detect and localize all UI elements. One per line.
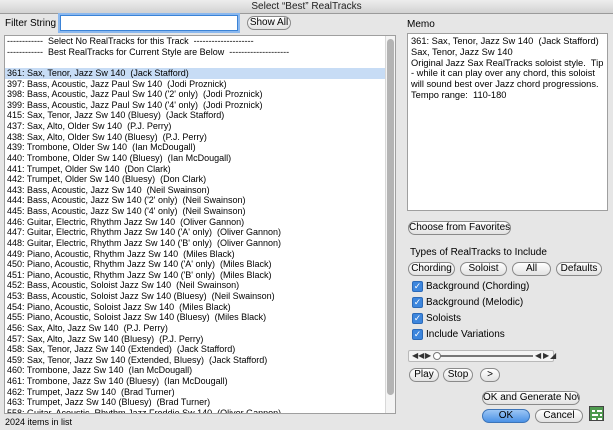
list-item[interactable]: 459: Sax, Tenor, Jazz Sw 140 (Extended, … [5, 355, 386, 366]
list-item[interactable]: 447: Guitar, Electric, Rhythm Jazz Sw 14… [5, 227, 386, 238]
play-button[interactable]: Play [409, 368, 439, 382]
player-progress-knob[interactable] [433, 352, 441, 360]
checkmark-icon: ✓ [412, 297, 423, 308]
list-item[interactable]: 449: Piano, Acoustic, Rhythm Jazz Sw 140… [5, 249, 386, 260]
stop-button[interactable]: Stop [443, 368, 473, 382]
list-item[interactable]: 440: Trombone, Older Sw 140 (Bluesy) (Ia… [5, 153, 386, 164]
item-count-status: 2024 items in list [5, 417, 73, 427]
list-item[interactable]: 462: Trumpet, Jazz Sw 140 (Brad Turner) [5, 387, 386, 398]
checkbox-label: Soloists [426, 313, 462, 324]
all-button[interactable]: All [512, 262, 551, 276]
chording-button[interactable]: Chording [408, 262, 455, 276]
choose-favorites-button[interactable]: Choose from Favorites [408, 221, 511, 235]
list-item[interactable]: 437: Sax, Alto, Older Sw 140 (P.J. Perry… [5, 121, 386, 132]
checkbox-label: Background (Chording) [426, 281, 530, 292]
list-item[interactable]: 445: Bass, Acoustic, Jazz Sw 140 ('4' on… [5, 206, 386, 217]
list-item[interactable]: 455: Piano, Acoustic, Soloist Jazz Sw 14… [5, 312, 386, 323]
filter-input[interactable] [60, 15, 238, 31]
player-progress-track[interactable] [437, 355, 533, 357]
list-spacer-row[interactable] [5, 57, 386, 68]
list-item[interactable]: 361: Sax, Tenor, Jazz Sw 140 (Jack Staff… [5, 67, 386, 79]
preview-player[interactable]: ◀◀ ▶ ◀ ▶ ◢ [408, 350, 556, 362]
step-back-icon[interactable]: ◀ [535, 351, 541, 361]
rewind-icon[interactable]: ◀◀ [412, 351, 424, 361]
list-item[interactable]: 398: Bass, Acoustic, Jazz Paul Sw 140 ('… [5, 89, 386, 100]
memo-textbox[interactable]: 361: Sax, Tenor, Jazz Sw 140 (Jack Staff… [407, 33, 608, 211]
memo-line: Original Jazz Sax RealTracks soloist sty… [411, 57, 606, 90]
realtracks-list-rows: ------------ Select No RealTracks for th… [5, 36, 386, 413]
soloist-button[interactable]: Soloist [460, 262, 507, 276]
ok-generate-button[interactable]: OK and Generate Now [482, 391, 580, 405]
list-item[interactable]: 438: Sax, Alto, Older Sw 140 (Bluesy) (P… [5, 132, 386, 143]
list-item[interactable]: 415: Sax, Tenor, Jazz Sw 140 (Bluesy) (J… [5, 110, 386, 121]
list-item[interactable]: 558: Guitar, Acoustic, Rhythm Jazz Fredd… [5, 408, 386, 413]
list-item[interactable]: 399: Bass, Acoustic, Jazz Paul Sw 140 ('… [5, 100, 386, 111]
memo-line: 361: Sax, Tenor, Jazz Sw 140 (Jack Staff… [411, 36, 599, 46]
filter-label: Filter String [5, 18, 57, 29]
volume-icon[interactable]: ◢ [550, 351, 556, 361]
list-scrollbar-thumb[interactable] [387, 39, 394, 395]
list-item[interactable]: 397: Bass, Acoustic, Jazz Paul Sw 140 (J… [5, 79, 386, 90]
list-item[interactable]: 450: Piano, Acoustic, Rhythm Jazz Sw 140… [5, 259, 386, 270]
next-button[interactable]: > [480, 368, 500, 382]
list-item[interactable]: 453: Bass, Acoustic, Soloist Jazz Sw 140… [5, 291, 386, 302]
checkmark-icon: ✓ [412, 313, 423, 324]
list-item[interactable]: 452: Bass, Acoustic, Soloist Jazz Sw 140… [5, 280, 386, 291]
list-item[interactable]: 457: Sax, Alto, Jazz Sw 140 (Bluesy) (P.… [5, 334, 386, 345]
checkbox-label: Include Variations [426, 329, 505, 340]
list-item[interactable]: 456: Sax, Alto, Jazz Sw 140 (P.J. Perry) [5, 323, 386, 334]
list-item[interactable]: 451: Piano, Acoustic, Rhythm Jazz Sw 140… [5, 270, 386, 281]
cancel-button[interactable]: Cancel [535, 409, 583, 423]
generate-icon[interactable] [589, 406, 604, 421]
play-icon[interactable]: ▶ [425, 351, 431, 361]
step-forward-icon[interactable]: ▶ [543, 351, 549, 361]
list-item[interactable]: 463: Trumpet, Jazz Sw 140 (Bluesy) (Brad… [5, 397, 386, 408]
realtracks-list[interactable]: ------------ Select No RealTracks for th… [4, 35, 396, 414]
list-item[interactable]: 448: Guitar, Electric, Rhythm Jazz Sw 14… [5, 238, 386, 249]
list-item[interactable]: 458: Sax, Tenor, Jazz Sw 140 (Extended) … [5, 344, 386, 355]
window-title: Select “Best” RealTracks [0, 0, 613, 14]
checkmark-icon: ✓ [412, 281, 423, 292]
list-item[interactable]: 446: Guitar, Electric, Rhythm Jazz Sw 14… [5, 217, 386, 228]
list-item[interactable]: 444: Bass, Acoustic, Jazz Sw 140 ('2' on… [5, 195, 386, 206]
checkbox-label: Background (Melodic) [426, 297, 524, 308]
list-item[interactable]: 443: Bass, Acoustic, Jazz Sw 140 (Neil S… [5, 185, 386, 196]
memo-line: Sax, Tenor, Jazz Sw 140 [411, 46, 513, 57]
memo-line: Tempo range: 110-180 [411, 89, 507, 100]
show-all-button[interactable]: Show All [247, 16, 291, 30]
list-item[interactable]: 439: Trombone, Older Sw 140 (Ian McDouga… [5, 142, 386, 153]
defaults-button[interactable]: Defaults [556, 262, 602, 276]
ok-button[interactable]: OK [482, 409, 530, 423]
list-item[interactable]: 461: Trombone, Jazz Sw 140 (Bluesy) (Ian… [5, 376, 386, 387]
list-item[interactable]: 454: Piano, Acoustic, Soloist Jazz Sw 14… [5, 302, 386, 313]
checkmark-icon: ✓ [412, 329, 423, 340]
list-scrollbar[interactable] [385, 36, 395, 413]
list-item[interactable]: 442: Trumpet, Older Sw 140 (Bluesy) (Don… [5, 174, 386, 185]
list-item[interactable]: 460: Trombone, Jazz Sw 140 (Ian McDougal… [5, 365, 386, 376]
memo-label: Memo [407, 19, 435, 30]
types-label: Types of RealTracks to Include [410, 247, 547, 258]
list-separator-row[interactable]: ------------ Select No RealTracks for th… [5, 36, 386, 47]
list-separator-row[interactable]: ------------ Best RealTracks for Current… [5, 47, 386, 58]
list-item[interactable]: 441: Trumpet, Older Sw 140 (Don Clark) [5, 164, 386, 175]
